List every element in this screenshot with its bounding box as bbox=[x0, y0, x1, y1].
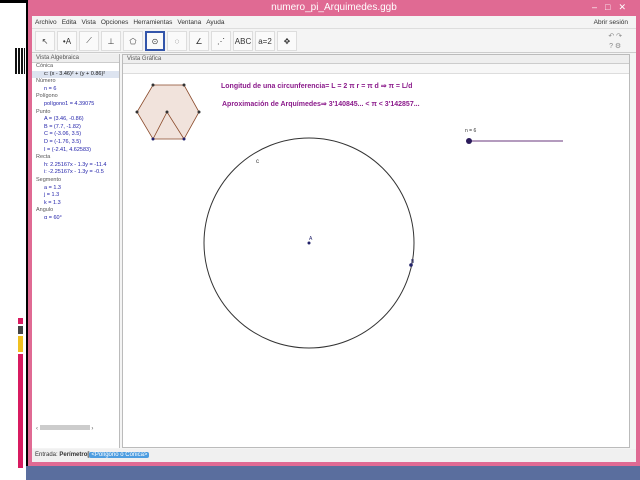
algebra-view-header[interactable]: Vista Algebraica bbox=[32, 54, 119, 63]
algebra-category[interactable]: Segmento bbox=[32, 177, 119, 185]
algebra-item[interactable]: k = 1.3 bbox=[32, 200, 119, 208]
algebra-item[interactable]: C = (-3.06, 3.5) bbox=[32, 131, 119, 139]
menu-archivo[interactable]: Archivo bbox=[35, 16, 57, 28]
algebra-category[interactable]: Recta bbox=[32, 154, 119, 162]
algebra-item[interactable]: D = (-1.76, 3.5) bbox=[32, 139, 119, 147]
window-controls[interactable]: –□✕ bbox=[592, 2, 634, 13]
algebra-item[interactable]: A = (3.46, -0.86) bbox=[32, 116, 119, 124]
algebra-item[interactable]: α = 60° bbox=[32, 215, 119, 223]
algebra-item[interactable]: i: -2.25167x - 1.3y = -0.5 bbox=[32, 169, 119, 177]
algebra-category[interactable]: Cónica bbox=[32, 63, 119, 71]
algebra-item[interactable]: j = 1.3 bbox=[32, 192, 119, 200]
graphics-view-header[interactable]: Vista Gráfica bbox=[123, 55, 629, 64]
move-icon[interactable]: ↖ bbox=[35, 31, 55, 51]
algebra-item[interactable]: polígono1 = 4.39075 bbox=[32, 101, 119, 109]
line-icon[interactable]: ⟋ bbox=[79, 31, 99, 51]
circle-label: c bbox=[256, 159, 259, 165]
point-b-label: B bbox=[411, 259, 415, 265]
text-icon[interactable]: ABC bbox=[233, 31, 253, 51]
circumference-formula-text[interactable]: Longitud de una circunferencia= L = 2 π … bbox=[221, 83, 412, 90]
circle-three-points-icon[interactable]: ◌ bbox=[167, 31, 187, 51]
slider-icon[interactable]: a=2 bbox=[255, 31, 275, 51]
algebra-item[interactable]: h: 2.25167x - 1.3y = -11.4 bbox=[32, 162, 119, 170]
algebra-category[interactable]: Número bbox=[32, 78, 119, 86]
style-bar[interactable] bbox=[123, 64, 629, 74]
point-icon[interactable]: •A bbox=[57, 31, 77, 51]
slider-handle[interactable] bbox=[466, 138, 472, 144]
login-link[interactable]: Abrir sesión bbox=[594, 16, 628, 29]
algebra-category[interactable]: Polígono bbox=[32, 93, 119, 101]
input-label: Entrada: bbox=[35, 452, 58, 458]
menu-ayuda[interactable]: Ayuda bbox=[206, 16, 224, 28]
polygon-icon[interactable]: ⬠ bbox=[123, 31, 143, 51]
desktop-strip bbox=[18, 336, 23, 352]
reflect-icon[interactable]: ⋰ bbox=[211, 31, 231, 51]
angle-icon[interactable]: ∠ bbox=[189, 31, 209, 51]
algebra-item[interactable]: I = (-2.41, 4.62583) bbox=[32, 147, 119, 155]
circle-center-point-icon[interactable]: ⊙ bbox=[145, 31, 165, 51]
algebra-category[interactable]: Punto bbox=[32, 109, 119, 117]
archimedes-approximation-text[interactable]: Aproximación de Arquímedes⇒ 3'140845... … bbox=[222, 101, 420, 108]
slider-label: n = 6 bbox=[465, 128, 476, 134]
desktop-barcode bbox=[15, 48, 25, 74]
toolbar: ↖ •A ⟋ ⊥ ⬠ ⊙ ◌ ∠ ⋰ ABC a=2 ✥ bbox=[32, 29, 636, 53]
algebra-item[interactable]: B = (7.7, -1.82) bbox=[32, 124, 119, 132]
window-title: numero_pi_Arquimedes.ggb bbox=[271, 2, 397, 13]
algebra-view: Vista Algebraica Cónica c: (x - 3.46)² + … bbox=[32, 54, 120, 448]
undo-redo[interactable]: ↶ ↷? ⚙ bbox=[608, 32, 622, 52]
menu-ventana[interactable]: Ventana bbox=[177, 16, 201, 28]
menu-vista[interactable]: Vista bbox=[82, 16, 96, 28]
input-bar[interactable]: Entrada: Perímetro[<Polígono o Cónica> bbox=[32, 449, 636, 462]
taskbar bbox=[26, 466, 640, 480]
point-a-label: A bbox=[309, 236, 313, 242]
algebra-item[interactable]: a = 1.3 bbox=[32, 185, 119, 193]
geogebra-window: numero_pi_Arquimedes.ggb –□✕ Archivo Edit… bbox=[26, 0, 640, 466]
menu-opciones[interactable]: Opciones bbox=[101, 16, 128, 28]
input-command[interactable]: Perímetro[ bbox=[59, 452, 89, 458]
graphics-canvas[interactable]: Longitud de una circunferencia= L = 2 π … bbox=[123, 75, 635, 455]
desktop-strip bbox=[18, 326, 23, 334]
move-view-icon[interactable]: ✥ bbox=[277, 31, 297, 51]
menu-bar: Archivo Edita Vista Opciones Herramientas Ven… bbox=[32, 16, 636, 29]
menu-herramientas[interactable]: Herramientas bbox=[133, 16, 172, 28]
input-hint: <Polígono o Cónica> bbox=[89, 452, 150, 458]
algebra-item[interactable]: n = 6 bbox=[32, 86, 119, 94]
algebra-item[interactable]: c: (x - 3.46)² + (y + 0.86)² bbox=[32, 70, 119, 79]
perpendicular-icon[interactable]: ⊥ bbox=[101, 31, 121, 51]
menu-edita[interactable]: Edita bbox=[62, 16, 77, 28]
horizontal-scrollbar[interactable]: ‹ › bbox=[36, 425, 116, 432]
graphics-view: Vista Gráfica Longitud de una circunfere… bbox=[122, 54, 630, 448]
desktop-strip bbox=[18, 318, 23, 324]
desktop-strip bbox=[18, 354, 23, 468]
algebra-category[interactable]: Ángulo bbox=[32, 207, 119, 215]
